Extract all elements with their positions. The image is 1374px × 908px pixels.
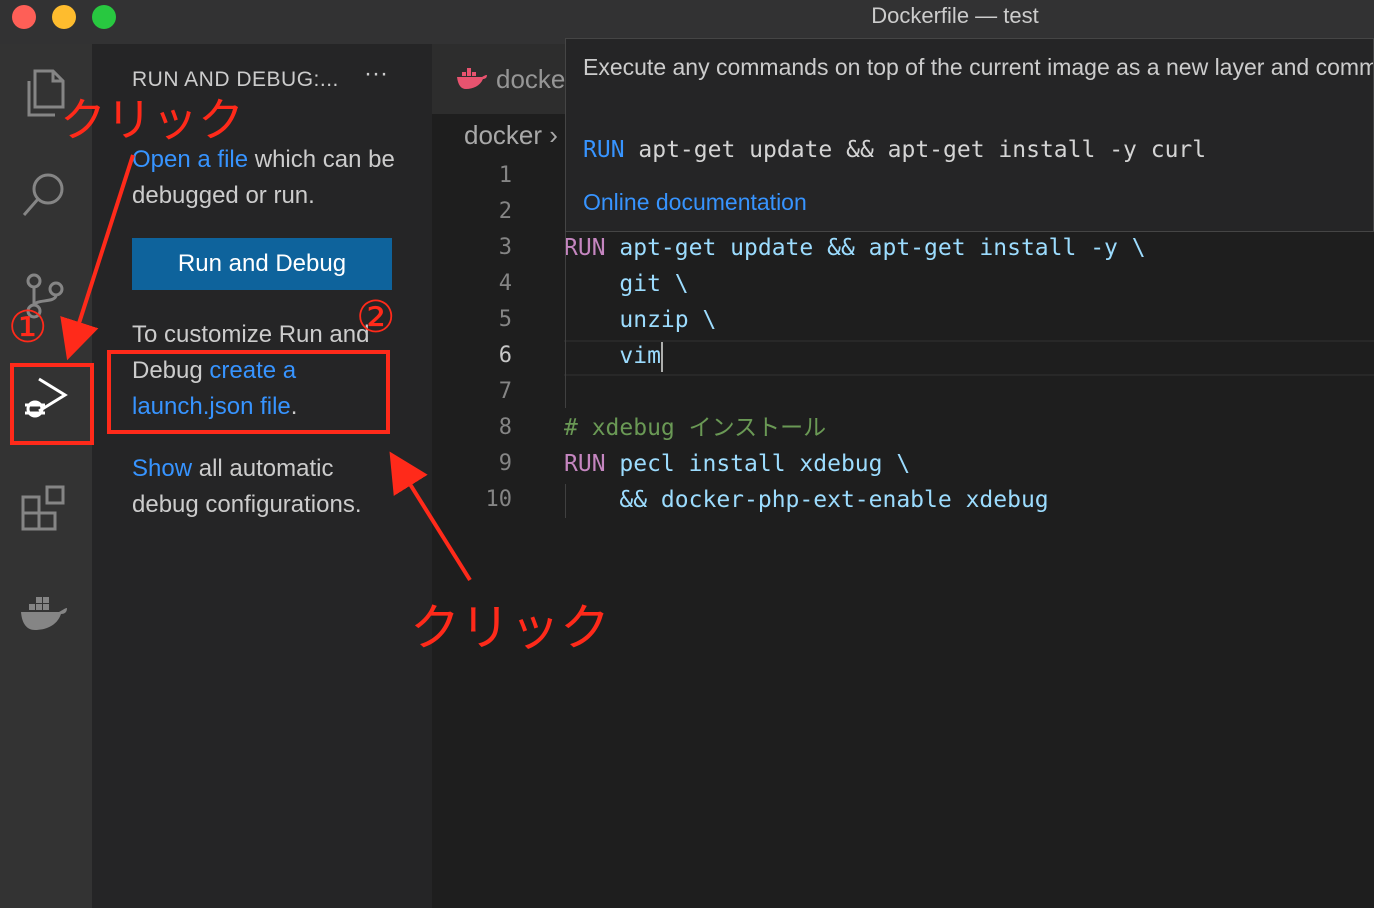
line-number: 3 xyxy=(498,235,512,260)
line-number: 4 xyxy=(498,271,512,296)
marker-2: ② xyxy=(356,292,396,343)
highlight-box-run-debug xyxy=(10,363,94,445)
code-line[interactable]: RUN pecl install xdebug \ xyxy=(564,446,1146,482)
marker-1: ① xyxy=(8,302,48,353)
code-line[interactable]: # xdebug インストール xyxy=(564,410,1146,446)
click-annotation-2: クリック xyxy=(410,599,610,657)
indent-guide xyxy=(565,484,566,518)
run-and-debug-panel: RUN AND DEBUG:... ··· Open a file which … xyxy=(92,44,432,908)
more-actions-icon[interactable]: ··· xyxy=(364,60,388,88)
activity-bar xyxy=(0,44,92,908)
code-line[interactable] xyxy=(564,374,1146,410)
line-number: 8 xyxy=(498,415,512,440)
docker-icon[interactable] xyxy=(14,584,74,644)
show-configs-text: Show all automatic debug configurations. xyxy=(132,455,362,518)
open-file-text: Open a file which can be debugged or run… xyxy=(132,146,395,209)
hover-tooltip: Execute any commands on top of the curre… xyxy=(565,38,1374,232)
breadcrumb[interactable]: docker › xyxy=(464,120,558,151)
line-number: 9 xyxy=(498,451,512,476)
code-line[interactable]: git \ xyxy=(564,266,1146,302)
zoom-window-button[interactable] xyxy=(92,5,116,29)
extensions-icon[interactable] xyxy=(14,478,74,538)
run-and-debug-button[interactable]: Run and Debug xyxy=(132,238,392,290)
highlight-box-create-launch xyxy=(107,350,390,434)
line-number: 2 xyxy=(498,199,512,224)
line-number: 7 xyxy=(498,379,512,404)
search-icon[interactable] xyxy=(14,164,74,224)
line-number-gutter: 1 2 3 4 5 6 7 8 9 10 xyxy=(432,158,513,518)
minimize-window-button[interactable] xyxy=(52,5,76,29)
line-number: 5 xyxy=(498,307,512,332)
click-annotation-1: クリック xyxy=(60,93,244,147)
line-number: 1 xyxy=(498,163,512,188)
code-line[interactable]: && docker-php-ext-enable xdebug xyxy=(564,482,1146,518)
hover-example: RUN apt-get update && apt-get install -y… xyxy=(583,137,1207,163)
line-number: 10 xyxy=(485,487,513,512)
indent-guide xyxy=(565,232,566,408)
line-number: 6 xyxy=(498,343,512,368)
online-documentation-link[interactable]: Online documentation xyxy=(583,189,807,216)
docker-file-icon xyxy=(457,68,487,89)
window-title: Dockerfile — test xyxy=(871,3,1039,28)
show-configs-link[interactable]: Show xyxy=(132,455,192,482)
tab-label: docke xyxy=(496,63,566,94)
tab-dockerfile[interactable]: docke xyxy=(432,44,572,114)
code-line[interactable]: unzip \ xyxy=(564,302,1146,338)
current-line-highlight xyxy=(564,340,1374,376)
hover-description: Execute any commands on top of the curre… xyxy=(583,54,1373,80)
close-window-button[interactable] xyxy=(12,5,36,29)
code-line[interactable]: RUN apt-get update && apt-get install -y… xyxy=(564,230,1146,266)
open-file-link[interactable]: Open a file xyxy=(132,146,248,173)
